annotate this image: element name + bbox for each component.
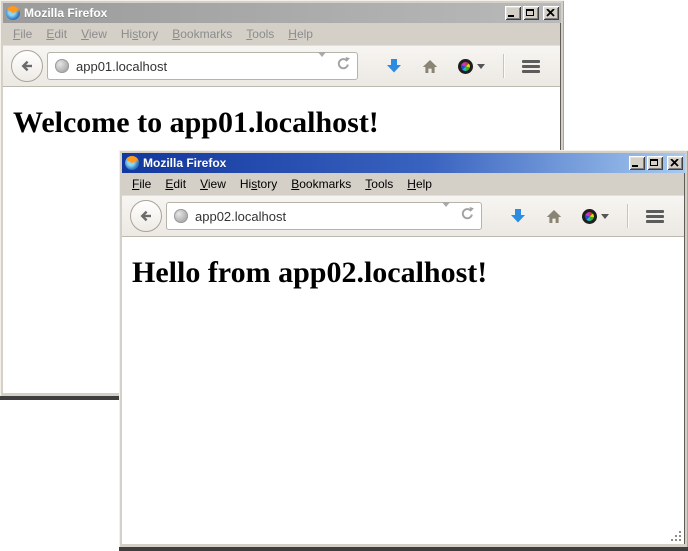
profile-button[interactable]	[582, 209, 609, 224]
back-button[interactable]	[130, 200, 162, 232]
firefox-icon[interactable]	[125, 156, 139, 170]
menu-view[interactable]: View	[193, 174, 233, 194]
menu-help[interactable]: Help	[281, 24, 320, 44]
urlbar-dropdown-button[interactable]	[442, 207, 450, 225]
menu-tools[interactable]: Tools	[239, 24, 281, 44]
menu-history[interactable]: History	[114, 24, 165, 44]
url-text: app02.localhost	[195, 209, 435, 224]
minimize-icon	[632, 165, 638, 167]
profile-button[interactable]	[458, 59, 485, 74]
maximize-button[interactable]	[647, 156, 663, 170]
hamburger-icon	[646, 210, 664, 223]
url-bar[interactable]: app01.localhost	[47, 52, 358, 80]
close-icon	[670, 159, 679, 167]
toolbar-icons	[500, 204, 674, 228]
menubar: FileEditViewHistoryBookmarksToolsHelp	[122, 173, 684, 195]
toolbar-icons	[376, 54, 550, 78]
menu-button[interactable]	[646, 210, 664, 223]
globe-icon	[174, 209, 188, 223]
firefox-icon[interactable]	[6, 6, 20, 20]
download-icon	[510, 208, 526, 224]
color-wheel-icon	[458, 59, 473, 74]
home-icon	[546, 209, 562, 224]
menu-file[interactable]: File	[125, 174, 158, 194]
menu-help[interactable]: Help	[400, 174, 439, 194]
minimize-icon	[508, 15, 514, 17]
menu-history[interactable]: History	[233, 174, 284, 194]
desktop: Mozilla Firefox FileEditViewHistoryBookm…	[0, 0, 688, 551]
menu-bookmarks[interactable]: Bookmarks	[284, 174, 358, 194]
toolbar-separator	[503, 54, 504, 78]
color-wheel-icon	[582, 209, 597, 224]
titlebar[interactable]: Mozilla Firefox	[122, 153, 685, 173]
titlebar-buttons	[629, 156, 683, 170]
reload-button[interactable]	[459, 206, 474, 226]
titlebar-buttons	[505, 6, 559, 20]
titlebar[interactable]: Mozilla Firefox	[3, 3, 561, 23]
minimize-button[interactable]	[505, 6, 521, 20]
globe-icon	[55, 59, 69, 73]
back-icon	[138, 208, 154, 224]
caret-down-icon	[477, 64, 485, 73]
window-body: FileEditViewHistoryBookmarksToolsHelp ap…	[122, 173, 685, 544]
menu-file[interactable]: File	[6, 24, 39, 44]
menu-tools[interactable]: Tools	[358, 174, 400, 194]
maximize-icon	[526, 9, 534, 16]
home-icon	[422, 59, 438, 74]
resize-grip[interactable]	[669, 529, 683, 543]
navigation-toolbar: app02.localhost	[122, 195, 684, 237]
url-text: app01.localhost	[76, 59, 311, 74]
menu-edit[interactable]: Edit	[158, 174, 193, 194]
caret-down-icon	[318, 52, 326, 78]
home-button[interactable]	[422, 59, 438, 74]
maximize-button[interactable]	[523, 6, 539, 20]
url-bar[interactable]: app02.localhost	[166, 202, 482, 230]
maximize-icon	[650, 159, 658, 166]
caret-down-icon	[442, 202, 450, 228]
toolbar-separator	[627, 204, 628, 228]
download-button[interactable]	[386, 58, 402, 74]
hamburger-icon	[522, 60, 540, 73]
page-heading: Welcome to app01.localhost!	[13, 106, 560, 140]
page-heading: Hello from app02.localhost!	[132, 256, 684, 290]
window-title: Mozilla Firefox	[143, 156, 625, 170]
browser-window-app02: Mozilla Firefox FileEditViewHistoryBookm…	[119, 150, 688, 551]
close-button[interactable]	[667, 156, 683, 170]
download-icon	[386, 58, 402, 74]
close-button[interactable]	[543, 6, 559, 20]
menu-bookmarks[interactable]: Bookmarks	[165, 24, 239, 44]
menubar: FileEditViewHistoryBookmarksToolsHelp	[3, 23, 560, 45]
minimize-button[interactable]	[629, 156, 645, 170]
reload-button[interactable]	[335, 56, 350, 76]
urlbar-controls	[318, 56, 350, 76]
download-button[interactable]	[510, 208, 526, 224]
reload-icon	[459, 206, 474, 221]
home-button[interactable]	[546, 209, 562, 224]
page-content: Hello from app02.localhost!	[122, 237, 684, 544]
caret-down-icon	[601, 214, 609, 223]
urlbar-dropdown-button[interactable]	[318, 57, 326, 75]
back-icon	[19, 58, 35, 74]
reload-icon	[335, 56, 350, 71]
urlbar-controls	[442, 206, 474, 226]
window-title: Mozilla Firefox	[24, 6, 501, 20]
menu-view[interactable]: View	[74, 24, 114, 44]
menu-button[interactable]	[522, 60, 540, 73]
back-button[interactable]	[11, 50, 43, 82]
close-icon	[546, 9, 555, 17]
navigation-toolbar: app01.localhost	[3, 45, 560, 87]
menu-edit[interactable]: Edit	[39, 24, 74, 44]
